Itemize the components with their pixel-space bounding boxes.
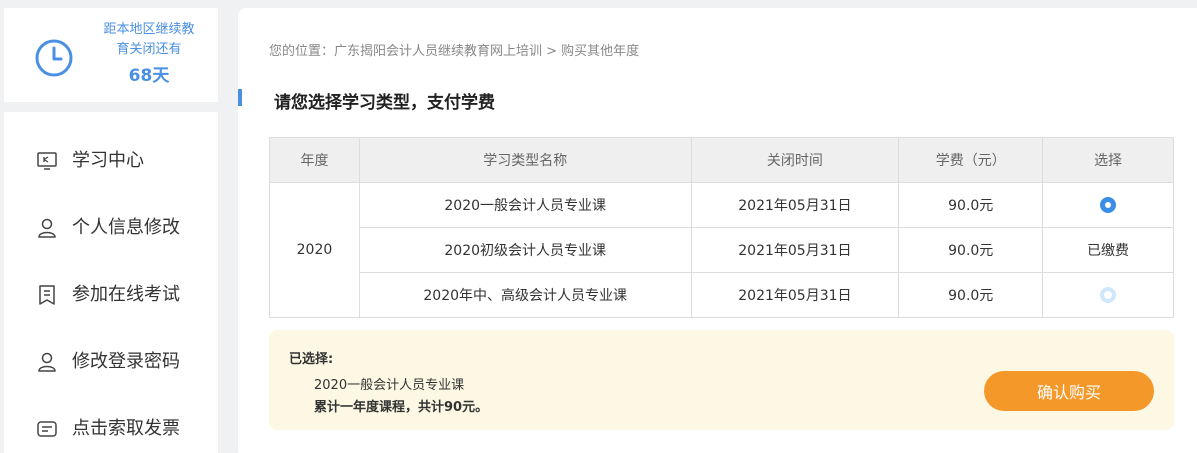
fee-cell: 90.0元 [898,182,1044,228]
menu-item-change-password[interactable]: 修改登录密码 [4,341,218,381]
selected-course: 2020一般会计人员专业课 [314,378,465,393]
course-name-cell: 2020一般会计人员专业课 [358,182,692,228]
section-title: 请您选择学习类型，支付学费 [274,93,495,113]
table-row: 2020年中、高级会计人员专业课 2021年05月31日 90.0元 [270,272,1174,318]
selection-heading: 已选择: [289,352,334,367]
column-header-select: 选择 [1042,137,1174,183]
fee-cell: 90.0元 [898,272,1044,318]
menu-item-request-invoice[interactable]: 点击索取发票 [4,408,218,448]
select-cell [1042,182,1174,228]
table-header-row: 年度 学习类型名称 关闭时间 学费（元） 选择 [269,137,1174,183]
selection-summary: 已选择: 2020一般会计人员专业课 累计一年度课程，共计90元。 确认购买 [269,330,1174,430]
column-header-close-time: 关闭时间 [690,137,900,183]
monitor-icon [37,152,57,170]
confirm-purchase-button[interactable]: 确认购买 [984,371,1154,411]
close-time-cell: 2021年05月31日 [690,182,900,228]
fee-table: 年度 学习类型名称 关闭时间 学费（元） 选择 2020 2020一般会计人员专… [269,137,1174,318]
exam-icon [39,285,55,305]
menu-item-label: 个人信息修改 [72,217,180,238]
column-header-year: 年度 [269,137,360,183]
paid-status: 已缴费 [1042,227,1174,273]
main-panel: 您的位置：广东揭阳会计人员继续教育网上培训 > 购买其他年度 请您选择学习类型，… [238,8,1197,453]
breadcrumb: 您的位置：广东揭阳会计人员继续教育网上培训 > 购买其他年度 [269,44,640,59]
column-header-name: 学习类型名称 [358,137,692,183]
menu-item-label: 学习中心 [72,150,144,171]
course-name-cell: 2020初级会计人员专业课 [358,227,692,273]
course-radio-selected[interactable] [1100,197,1117,213]
user-icon [38,352,56,372]
select-cell [1042,272,1174,318]
fee-cell: 90.0元 [898,227,1044,273]
section-marker [238,89,242,106]
countdown-card: 距本地区继续教 育关闭还有 68天 [4,8,218,102]
table-row: 2020 2020一般会计人员专业课 2021年05月31日 90.0元 [269,182,1174,318]
user-icon [38,218,56,238]
menu-item-label: 点击索取发票 [72,418,180,439]
menu-item-study-center[interactable]: 学习中心 [4,140,218,180]
course-name-cell: 2020年中、高级会计人员专业课 [358,272,692,318]
selection-total: 累计一年度课程，共计90元。 [314,400,489,415]
countdown-text: 距本地区继续教 育关闭还有 [103,22,195,57]
invoice-icon [37,421,57,437]
table-row: 2020初级会计人员专业课 2021年05月31日 90.0元 已缴费 [270,227,1174,273]
close-time-cell: 2021年05月31日 [690,227,900,273]
countdown-days: 68天 [128,66,170,86]
clock-icon [35,39,73,77]
menu-item-label: 修改登录密码 [72,351,180,372]
menu-item-label: 参加在线考试 [72,284,180,305]
year-cell: 2020 [269,182,360,318]
side-menu: 学习中心 个人信息修改 参加在线考试 修改登录密码 点击索取发票 [4,112,218,453]
column-header-fee: 学费（元） [898,137,1044,183]
menu-item-online-exam[interactable]: 参加在线考试 [4,274,218,314]
close-time-cell: 2021年05月31日 [690,272,900,318]
course-radio-unselected[interactable] [1100,287,1117,303]
menu-item-edit-profile[interactable]: 个人信息修改 [4,207,218,247]
